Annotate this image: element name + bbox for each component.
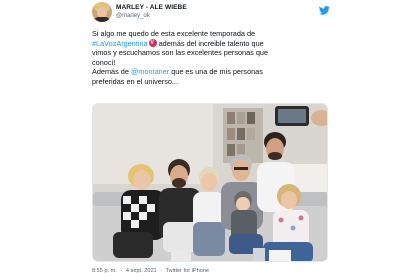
- tweet-header: MARLEY - ALE WIEBE @marley_ok: [92, 2, 187, 22]
- meta-separator: ·: [160, 268, 163, 274]
- tweet-line: vimos y escuchamos son las excelentes pe…: [92, 48, 269, 57]
- tweet-line: conocí!: [92, 57, 116, 67]
- tweet-line: #LaVozArgentina además del increible tal…: [92, 38, 332, 49]
- display-name[interactable]: MARLEY - ALE WIEBE: [116, 4, 187, 12]
- voz-heart-emoji-icon: [148, 38, 157, 47]
- tweet-photo[interactable]: [92, 103, 328, 262]
- tweet-text: Si algo me quedo de esta excelente tempo…: [92, 29, 332, 86]
- tweet-line-text: además del increible talento que: [156, 38, 264, 48]
- avatar[interactable]: [92, 2, 112, 22]
- tweet-line-text: que es una de mis personas: [169, 67, 263, 76]
- tweet-date[interactable]: 4 sept. 2021: [126, 268, 157, 274]
- mention-link[interactable]: @montaner: [131, 67, 169, 76]
- tweet-line: Si algo me quedo de esta excelente tempo…: [92, 29, 256, 38]
- twitter-bird-icon: [319, 6, 330, 15]
- user-handle[interactable]: @marley_ok: [116, 12, 187, 20]
- tweet-line: Además de @montaner que es una de mis pe…: [92, 67, 332, 77]
- hashtag-link[interactable]: #LaVozArgentina: [92, 39, 148, 48]
- tweet-metadata: 8:55 p. m. · 4 sept. 2021 · Twitter for …: [92, 268, 211, 274]
- tweet-line: preferidas en el universo...: [92, 76, 178, 86]
- tweet-time[interactable]: 8:55 p. m.: [92, 268, 117, 274]
- tweet-line-text: Además de: [92, 67, 131, 76]
- meta-separator: ·: [120, 268, 123, 274]
- author-names: MARLEY - ALE WIEBE @marley_ok: [116, 4, 187, 20]
- tweet-card[interactable]: MARLEY - ALE WIEBE @marley_ok Si algo me…: [80, 0, 340, 280]
- tweet-source[interactable]: Twitter for iPhone: [166, 268, 210, 274]
- group-photo-image: [93, 104, 327, 261]
